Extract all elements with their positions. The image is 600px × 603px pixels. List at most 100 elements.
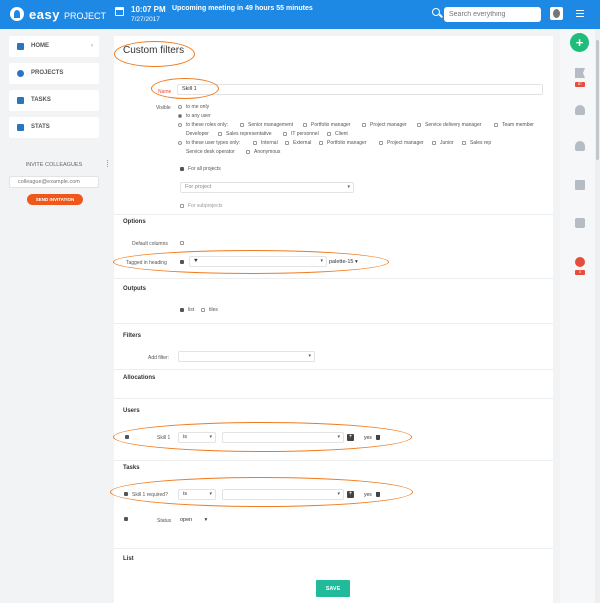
chevron-down-icon: ▾ <box>337 491 340 497</box>
role-label: Client <box>335 131 348 137</box>
usertype-label: Project manager <box>387 140 424 146</box>
sidebar-item-projects[interactable]: PROJECTS <box>9 63 99 84</box>
all-projects-checkbox[interactable] <box>180 167 184 171</box>
role-checkbox[interactable] <box>283 132 287 136</box>
tasks-add-value-button[interactable]: + <box>347 491 354 498</box>
tagged-heading-checkbox[interactable] <box>180 260 184 264</box>
visible-usertypes-radio[interactable] <box>178 141 182 145</box>
tasks-value-select[interactable]: ▾ <box>222 489 344 500</box>
usertype-checkbox[interactable] <box>285 141 289 145</box>
role-label: Team member <box>502 122 534 128</box>
upcoming-meeting[interactable]: Upcoming meeting in 49 hours 55 minutes <box>172 5 313 12</box>
role-checkbox[interactable] <box>417 123 421 127</box>
divider <box>114 398 553 399</box>
scrollbar-thumb[interactable] <box>596 40 599 160</box>
users-add-value-button[interactable]: + <box>347 434 354 441</box>
chevron-right-icon: › <box>91 43 93 49</box>
role-label: Developer <box>186 131 209 137</box>
palette-select[interactable]: palette-15 ▾ <box>329 259 358 265</box>
allocations-title: Allocations <box>123 375 156 381</box>
visible-me-radio[interactable] <box>178 105 182 109</box>
tasks-operator-value: is <box>183 491 187 497</box>
role-checkbox[interactable] <box>494 123 498 127</box>
page-title: Custom filters <box>123 45 185 56</box>
trash-icon[interactable] <box>376 435 380 440</box>
sidebar-item-home[interactable]: HOME › <box>9 36 99 57</box>
usertype-checkbox[interactable] <box>319 141 323 145</box>
heading-icon-select[interactable]: ♥ ▾ <box>189 256 327 267</box>
output-list-checkbox[interactable] <box>180 308 184 312</box>
usertype-checkbox[interactable] <box>379 141 383 145</box>
usertype-checkbox[interactable] <box>246 150 250 154</box>
alarm-icon[interactable] <box>575 257 585 267</box>
divider <box>114 323 553 324</box>
users-operator-value: is <box>183 434 187 440</box>
invite-email-input[interactable] <box>9 176 99 188</box>
visible-usertypes-label: to these user types only: <box>186 140 241 146</box>
chevron-down-icon: ▾ <box>347 184 350 190</box>
users-filter-checkbox[interactable] <box>125 435 129 439</box>
tasks-filter-field: Skill 1 required? <box>132 492 168 498</box>
tasks-operator-select[interactable]: is ▾ <box>178 489 216 500</box>
role-checkbox[interactable] <box>362 123 366 127</box>
subprojects-checkbox[interactable] <box>180 204 184 208</box>
user-icon[interactable] <box>575 105 585 115</box>
menu-icon[interactable] <box>576 10 584 17</box>
usertype-checkbox[interactable] <box>432 141 436 145</box>
search-input[interactable] <box>444 7 541 22</box>
logo[interactable]: easy PROJECT <box>29 7 106 22</box>
name-input[interactable]: Skill 1 <box>177 84 543 95</box>
calendar-icon[interactable] <box>115 7 124 16</box>
current-date: 7/27/2017 <box>131 16 160 23</box>
chevron-down-icon: ▾ <box>209 491 212 497</box>
add-button[interactable]: + <box>570 33 589 52</box>
lightbulb-icon[interactable] <box>575 141 585 151</box>
subprojects-label: For subprojects <box>188 203 223 209</box>
status-filter-checkbox[interactable] <box>124 517 128 521</box>
tasks-filter-checkbox[interactable] <box>124 492 128 496</box>
sidebar-resize-handle[interactable] <box>107 160 109 167</box>
name-label: Name <box>158 89 172 95</box>
search-icon[interactable] <box>432 8 440 16</box>
role-checkbox[interactable] <box>218 132 222 136</box>
options-title: Options <box>123 219 146 225</box>
visible-roles-radio[interactable] <box>178 123 182 127</box>
role-checkbox[interactable] <box>327 132 331 136</box>
logo-icon[interactable] <box>10 7 24 21</box>
usertype-label: Portfolio manager <box>327 140 367 146</box>
sidebar-item-label: PROJECTS <box>31 70 64 76</box>
palette-select-value: palette-15 <box>329 259 354 265</box>
sidebar-item-label: STATS <box>31 124 50 130</box>
clipboard-icon[interactable] <box>575 180 585 190</box>
output-tiles-checkbox[interactable] <box>201 308 205 312</box>
send-invitation-button[interactable]: SEND INVITATION <box>27 194 83 205</box>
add-filter-select[interactable]: ▾ <box>178 351 315 362</box>
role-checkbox[interactable] <box>303 123 307 127</box>
chat-icon[interactable] <box>575 218 585 228</box>
chevron-down-icon: ▾ <box>209 434 212 440</box>
divider <box>114 369 553 370</box>
project-select-value: For project <box>185 184 212 190</box>
users-operator-select[interactable]: is ▾ <box>178 432 216 443</box>
trash-icon[interactable] <box>376 492 380 497</box>
sidebar-item-tasks[interactable]: TASKS <box>9 90 99 111</box>
avatar[interactable] <box>550 7 563 20</box>
project-select[interactable]: For project ▾ <box>180 182 354 193</box>
divider <box>114 548 553 549</box>
visible-roles-label: to these roles only: <box>186 122 228 128</box>
usertype-checkbox[interactable] <box>253 141 257 145</box>
visible-any-radio[interactable] <box>178 114 182 118</box>
status-select-value: open <box>180 517 193 523</box>
default-columns-checkbox[interactable] <box>180 241 184 245</box>
visible-me-label: to me only <box>186 104 210 110</box>
divider <box>114 278 553 279</box>
usertype-label: External <box>293 140 312 146</box>
chevron-down-icon: ▾ <box>337 434 340 440</box>
save-button[interactable]: SAVE <box>316 580 350 597</box>
stats-icon <box>17 124 24 131</box>
users-value-select[interactable]: ▾ <box>222 432 344 443</box>
usertype-checkbox[interactable] <box>462 141 466 145</box>
status-select[interactable]: open ▾ <box>180 517 207 523</box>
role-checkbox[interactable] <box>240 123 244 127</box>
sidebar-item-stats[interactable]: STATS <box>9 117 99 138</box>
